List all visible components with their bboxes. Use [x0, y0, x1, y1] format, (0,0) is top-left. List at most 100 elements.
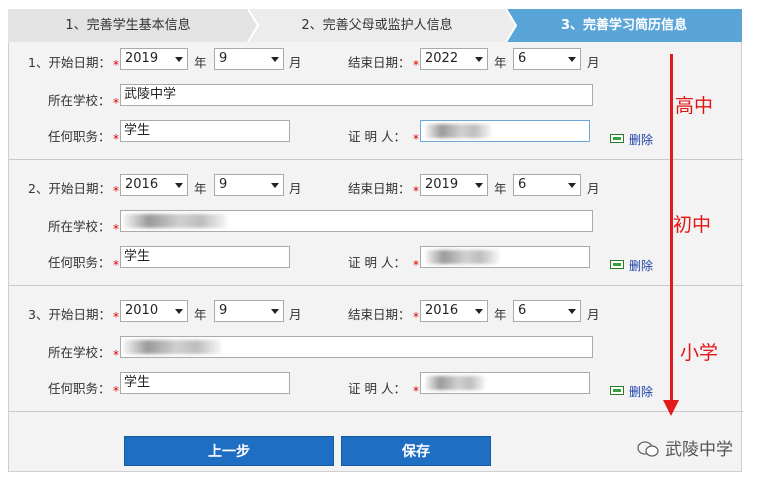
- annotation-primary-school: 小学: [680, 342, 719, 364]
- school-label: 所在学校：: [48, 93, 111, 108]
- required-mark: *: [413, 132, 419, 146]
- witness-input[interactable]: [420, 246, 590, 268]
- required-mark: *: [113, 132, 119, 146]
- annotation-arrow-head-icon: [663, 400, 679, 416]
- step-2-tab[interactable]: 2、完善父母或监护人信息: [248, 9, 506, 42]
- required-mark: *: [413, 384, 419, 398]
- previous-step-button[interactable]: 上一步: [124, 436, 334, 466]
- redacted-blur: [123, 214, 227, 228]
- position-label: 任何职务：: [48, 381, 111, 396]
- annotation-middle-school: 初中: [673, 214, 712, 236]
- year-unit: 年: [494, 307, 507, 322]
- position-input[interactable]: 学生: [120, 372, 290, 394]
- end-date-label: 结束日期：: [348, 307, 411, 322]
- start-date-label: 2、开始日期：: [28, 181, 111, 196]
- month-unit: 月: [587, 307, 600, 322]
- month-unit: 月: [289, 181, 302, 196]
- chevron-down-icon: [175, 183, 183, 188]
- entry-divider: [9, 411, 743, 412]
- end-date-label: 结束日期：: [348, 55, 411, 70]
- end-month-select[interactable]: 6: [513, 174, 581, 196]
- start-year-select[interactable]: 2016: [120, 174, 188, 196]
- witness-input[interactable]: [420, 120, 590, 142]
- year-unit: 年: [194, 55, 207, 70]
- chevron-down-icon: [475, 183, 483, 188]
- chevron-down-icon: [568, 183, 576, 188]
- witness-label: 证 明 人：: [348, 129, 406, 144]
- start-month-select[interactable]: 9: [214, 48, 284, 70]
- chevron-down-icon: [568, 309, 576, 314]
- wizard-steps: 1、完善学生基本信息 2、完善父母或监护人信息 3、完善学习简历信息: [8, 9, 742, 42]
- start-month-select[interactable]: 9: [214, 174, 284, 196]
- end-year-select[interactable]: 2019: [420, 174, 488, 196]
- required-mark: *: [113, 348, 119, 362]
- entry-divider: [9, 159, 743, 160]
- step-1-tab[interactable]: 1、完善学生基本信息: [8, 9, 248, 42]
- school-input[interactable]: [120, 210, 593, 232]
- required-mark: *: [113, 96, 119, 110]
- start-year-select[interactable]: 2010: [120, 300, 188, 322]
- start-date-label: 3、开始日期：: [28, 307, 111, 322]
- step-divider-icon: [498, 9, 518, 42]
- chevron-down-icon: [475, 309, 483, 314]
- start-year-select[interactable]: 2019: [120, 48, 188, 70]
- delete-entry-link[interactable]: 删除: [610, 257, 660, 273]
- chevron-down-icon: [175, 57, 183, 62]
- redacted-blur: [123, 340, 221, 354]
- month-unit: 月: [587, 55, 600, 70]
- chevron-down-icon: [271, 309, 279, 314]
- delete-entry-link[interactable]: 删除: [610, 383, 660, 399]
- entry-divider: [9, 285, 743, 286]
- chevron-down-icon: [175, 309, 183, 314]
- delete-icon: [610, 134, 624, 143]
- required-mark: *: [113, 258, 119, 272]
- redacted-blur: [425, 376, 485, 390]
- chevron-down-icon: [475, 57, 483, 62]
- delete-entry-link[interactable]: 删除: [610, 131, 660, 147]
- required-mark: *: [113, 58, 119, 72]
- year-unit: 年: [494, 181, 507, 196]
- step-divider-icon: [240, 9, 260, 42]
- school-label: 所在学校：: [48, 345, 111, 360]
- end-date-label: 结束日期：: [348, 181, 411, 196]
- delete-icon: [610, 260, 624, 269]
- end-month-select[interactable]: 6: [513, 300, 581, 322]
- year-unit: 年: [194, 307, 207, 322]
- position-input[interactable]: 学生: [120, 246, 290, 268]
- chevron-down-icon: [271, 57, 279, 62]
- position-input[interactable]: 学生: [120, 120, 290, 142]
- required-mark: *: [413, 258, 419, 272]
- start-month-select[interactable]: 9: [214, 300, 284, 322]
- required-mark: *: [113, 384, 119, 398]
- school-input[interactable]: [120, 336, 593, 358]
- end-year-select[interactable]: 2016: [420, 300, 488, 322]
- required-mark: *: [413, 310, 419, 324]
- chevron-down-icon: [568, 57, 576, 62]
- end-month-select[interactable]: 6: [513, 48, 581, 70]
- end-year-select[interactable]: 2022: [420, 48, 488, 70]
- month-unit: 月: [289, 307, 302, 322]
- save-button[interactable]: 保存: [341, 436, 491, 466]
- month-unit: 月: [587, 181, 600, 196]
- step-3-tab[interactable]: 3、完善学习简历信息: [506, 9, 742, 42]
- year-unit: 年: [494, 55, 507, 70]
- school-input[interactable]: 武陵中学: [120, 84, 593, 106]
- required-mark: *: [413, 184, 419, 198]
- school-label: 所在学校：: [48, 219, 111, 234]
- witness-input[interactable]: [420, 372, 590, 394]
- chevron-down-icon: [271, 183, 279, 188]
- chat-bubble-icon: [637, 441, 659, 457]
- watermark: 武陵中学: [637, 435, 733, 460]
- delete-icon: [610, 386, 624, 395]
- witness-label: 证 明 人：: [348, 381, 406, 396]
- start-date-label: 1、开始日期：: [28, 55, 111, 70]
- redacted-blur: [425, 250, 499, 264]
- redacted-blur: [425, 124, 491, 138]
- required-mark: *: [113, 222, 119, 236]
- month-unit: 月: [289, 55, 302, 70]
- annotation-high-school: 高中: [675, 95, 714, 117]
- year-unit: 年: [194, 181, 207, 196]
- position-label: 任何职务：: [48, 129, 111, 144]
- required-mark: *: [113, 184, 119, 198]
- required-mark: *: [113, 310, 119, 324]
